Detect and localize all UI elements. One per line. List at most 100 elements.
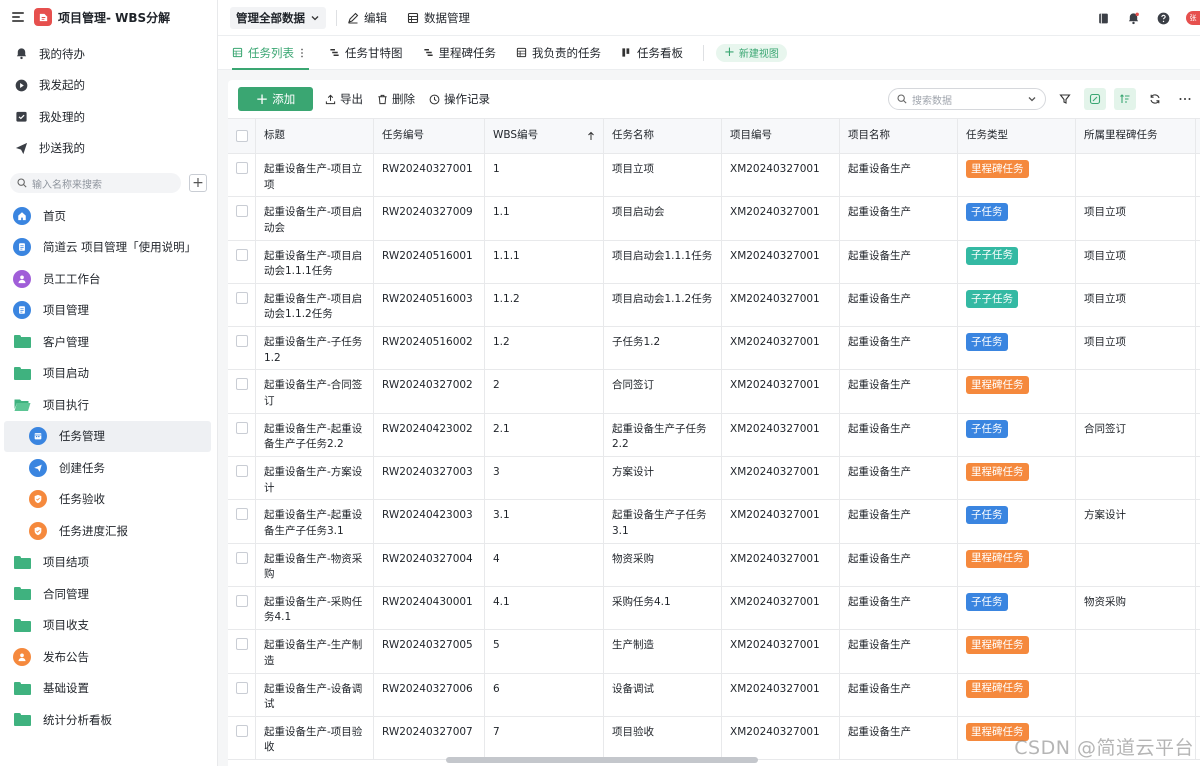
cell-task-type: 里程碑任务 xyxy=(958,154,1076,197)
column-header-project-name[interactable]: 项目名称 xyxy=(840,119,958,153)
column-header-task-type[interactable]: 任务类型 xyxy=(958,119,1076,153)
export-button[interactable]: 导出 xyxy=(325,91,363,107)
column-header-task-name[interactable]: 任务名称 xyxy=(604,119,722,153)
folder-icon xyxy=(13,333,31,351)
cell-wbs: 1.2 xyxy=(485,327,604,370)
add-record-button[interactable]: + 添加 xyxy=(238,87,313,111)
cell-wbs: 7 xyxy=(485,716,604,760)
cell-project-name: 起重设备生产 xyxy=(840,716,958,760)
filter-icon[interactable] xyxy=(1054,88,1076,110)
sidebar-item-home[interactable]: 首页 xyxy=(0,200,217,232)
edit-button[interactable]: 编辑 xyxy=(347,10,387,26)
more-vertical-icon[interactable] xyxy=(300,48,304,58)
sidebar-item-dashboard[interactable]: 统计分析看板 xyxy=(0,704,217,736)
sidebar-item-project-closing[interactable]: 项目结项 xyxy=(0,547,217,579)
table-icon xyxy=(407,12,419,23)
data-manage-button[interactable]: 数据管理 xyxy=(407,10,470,26)
row-checkbox[interactable] xyxy=(228,413,256,457)
task-type-badge: 子任务 xyxy=(966,506,1008,525)
sidebar-item-workbench[interactable]: 员工工作台 xyxy=(0,263,217,295)
sidebar-item-customers[interactable]: 客户管理 xyxy=(0,326,217,358)
menu-toggle-icon[interactable] xyxy=(12,12,24,22)
tab-my-tasks[interactable]: 我负责的任务 xyxy=(516,36,601,70)
table-row[interactable]: 起重设备生产-起重设备生产子任务2.2 RW20240423002 2.1 起重设备生… xyxy=(228,413,1200,458)
sidebar-item-instructions[interactable]: 简道云 项目管理「使用说明」 xyxy=(0,232,217,264)
sidebar-item-project-start[interactable]: 项目启动 xyxy=(0,358,217,390)
sidebar-item-contracts[interactable]: 合同管理 xyxy=(0,578,217,610)
table-row[interactable]: 起重设备生产-方案设计 RW20240327003 3 方案设计 XM202403270… xyxy=(228,457,1200,501)
row-checkbox[interactable] xyxy=(228,457,256,500)
play-circle-icon xyxy=(14,78,28,92)
table-row[interactable]: 起重设备生产-子任务1.2 RW20240516002 1.2 子任务1.2 XM202… xyxy=(228,327,1200,371)
sidebar-item-task-management[interactable]: 任务管理 xyxy=(4,420,211,452)
sidebar-item-announcements[interactable]: 发布公告 xyxy=(0,641,217,673)
book-icon[interactable] xyxy=(1096,11,1110,25)
select-all-checkbox[interactable] xyxy=(228,119,256,153)
help-icon[interactable] xyxy=(1156,11,1170,25)
table-row[interactable]: 起重设备生产-项目启动会 RW20240327009 1.1 项目启动会 XM20240… xyxy=(228,197,1200,241)
tab-task-list[interactable]: 任务列表 xyxy=(232,36,309,70)
quick-item-cc[interactable]: 抄送我的 xyxy=(0,133,217,165)
new-view-button[interactable]: + 新建视图 xyxy=(716,43,787,62)
tab-kanban[interactable]: 任务看板 xyxy=(621,36,683,70)
row-checkbox[interactable] xyxy=(228,154,256,197)
column-header-task-code[interactable]: 任务编号 xyxy=(374,119,485,153)
sidebar-item-task-progress[interactable]: 任务进度汇报 xyxy=(0,515,217,547)
sidebar-search-input[interactable]: 输入名称来搜索 xyxy=(10,173,181,193)
row-checkbox[interactable] xyxy=(228,500,256,543)
cell-wbs: 5 xyxy=(485,630,604,673)
sidebar-item-project-execution[interactable]: 项目执行 xyxy=(0,389,217,421)
quick-item-todo[interactable]: 我的待办 xyxy=(0,38,217,70)
sidebar-item-label: 合同管理 xyxy=(43,586,89,601)
tab-milestones[interactable]: 里程碑任务 xyxy=(423,36,496,70)
table-row[interactable]: 起重设备生产-项目立项 RW20240327001 1 项目立项 XM202403270… xyxy=(228,154,1200,198)
sidebar-item-finance[interactable]: 项目收支 xyxy=(0,610,217,642)
column-header-milestone[interactable]: 所属里程碑任务 xyxy=(1076,119,1196,153)
refresh-icon[interactable] xyxy=(1144,88,1166,110)
column-header-title[interactable]: 标题 xyxy=(256,119,374,153)
cell-milestone xyxy=(1076,154,1196,197)
row-checkbox[interactable] xyxy=(228,586,256,630)
table-row[interactable]: 起重设备生产-生产制造 RW20240327005 5 生产制造 XM202403270… xyxy=(228,630,1200,674)
sidebar-item-create-task[interactable]: 创建任务 xyxy=(0,452,217,484)
column-header-wbs[interactable]: WBS编号 xyxy=(485,119,604,153)
cell-wbs: 6 xyxy=(485,673,604,716)
row-checkbox[interactable] xyxy=(228,327,256,370)
table-row[interactable]: 起重设备生产-项目启动会1.1.1任务 RW20240516001 1.1.1 项目启… xyxy=(228,240,1200,284)
view-scope-select[interactable]: 管理全部数据 xyxy=(230,6,326,29)
data-search-input[interactable]: 搜索数据 xyxy=(888,88,1046,110)
quick-item-handled[interactable]: 我处理的 xyxy=(0,101,217,133)
row-checkbox[interactable] xyxy=(228,370,256,413)
cell-task-name: 采购任务4.1 xyxy=(604,586,722,630)
table-row[interactable]: 起重设备生产-起重设备生产子任务3.1 RW20240423003 3.1 起重设备生… xyxy=(228,500,1200,544)
fields-icon[interactable] xyxy=(1084,88,1106,110)
table-row[interactable]: 起重设备生产-设备调试 RW20240327006 6 设备调试 XM202403270… xyxy=(228,673,1200,717)
add-item-button[interactable]: + xyxy=(189,174,207,192)
sidebar-item-project-management[interactable]: 项目管理 xyxy=(0,295,217,327)
table-row[interactable]: 起重设备生产-物资采购 RW20240327004 4 物资采购 XM202403270… xyxy=(228,543,1200,587)
tab-gantt[interactable]: 任务甘特图 xyxy=(329,36,403,70)
row-checkbox[interactable] xyxy=(228,283,256,327)
sidebar-item-task-acceptance[interactable]: 任务验收 xyxy=(0,484,217,516)
notification-bell-icon[interactable] xyxy=(1126,11,1140,25)
row-checkbox[interactable] xyxy=(228,543,256,586)
horizontal-scrollbar[interactable] xyxy=(446,757,758,763)
row-checkbox[interactable] xyxy=(228,673,256,716)
table-row[interactable]: 起重设备生产-采购任务4.1 RW20240430001 4.1 采购任务4.1 XM2… xyxy=(228,586,1200,631)
more-horizontal-icon[interactable] xyxy=(1174,88,1196,110)
avatar[interactable]: 张 xyxy=(1186,11,1200,25)
column-header-project-code[interactable]: 项目编号 xyxy=(722,119,840,153)
delete-button[interactable]: 删除 xyxy=(377,91,415,107)
cell-project-name: 起重设备生产 xyxy=(840,154,958,197)
row-checkbox[interactable] xyxy=(228,240,256,283)
cell-wbs: 1.1.1 xyxy=(485,240,604,283)
quick-item-initiated[interactable]: 我发起的 xyxy=(0,70,217,102)
table-row[interactable]: 起重设备生产-项目启动会1.1.2任务 RW20240516003 1.1.2 项目启… xyxy=(228,283,1200,328)
sidebar-item-settings[interactable]: 基础设置 xyxy=(0,673,217,705)
row-checkbox[interactable] xyxy=(228,716,256,760)
sort-icon[interactable] xyxy=(1114,88,1136,110)
row-checkbox[interactable] xyxy=(228,197,256,240)
history-button[interactable]: 操作记录 xyxy=(429,91,490,107)
table-row[interactable]: 起重设备生产-合同签订 RW20240327002 2 合同签订 XM202403270… xyxy=(228,370,1200,414)
row-checkbox[interactable] xyxy=(228,630,256,673)
